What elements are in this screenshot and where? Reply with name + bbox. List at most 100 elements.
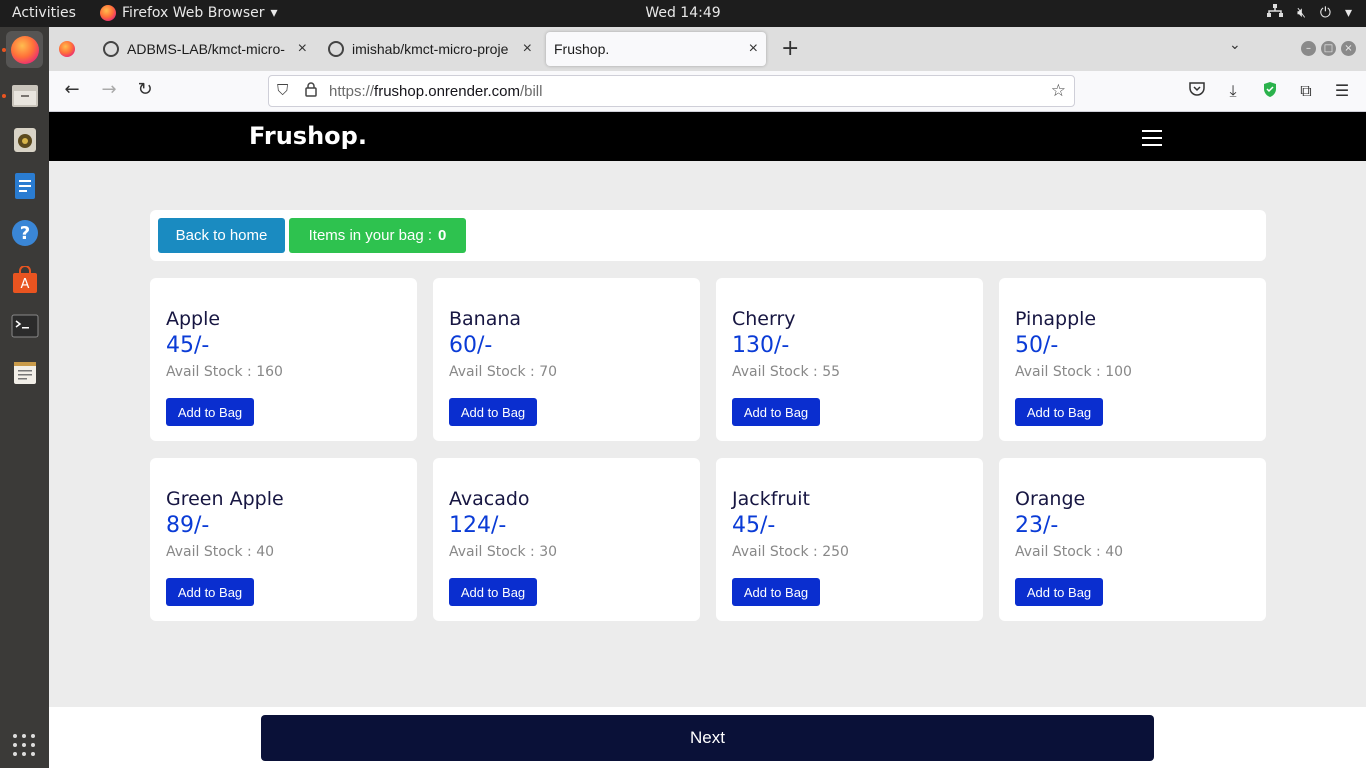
- activities-button[interactable]: Activities: [12, 5, 76, 21]
- add-to-bag-button[interactable]: Add to Bag: [1015, 578, 1103, 606]
- tracking-shield-icon[interactable]: ⛉: [277, 82, 288, 99]
- notepad-icon: [13, 361, 36, 384]
- tab-title: ADBMS-LAB/kmct-micro-: [127, 41, 285, 57]
- tab-title: imishab/kmct-micro-proje: [352, 41, 509, 57]
- app-menu[interactable]: Firefox Web Browser ▾: [100, 5, 278, 21]
- url-text: https://frushop.onrender.com/bill: [329, 83, 542, 100]
- speaker-icon: [13, 127, 36, 152]
- tab-frushop[interactable]: Frushop. ×: [546, 32, 766, 66]
- close-icon[interactable]: ×: [298, 40, 307, 58]
- dock-software[interactable]: A: [6, 261, 43, 298]
- next-button[interactable]: Next: [261, 715, 1154, 761]
- url-path: /bill: [519, 83, 543, 100]
- tab-imishab[interactable]: imishab/kmct-micro-proje ×: [328, 32, 540, 66]
- close-icon[interactable]: ×: [749, 40, 758, 58]
- product-card: Orange 23/- Avail Stock : 40 Add to Bag: [999, 458, 1266, 621]
- menu-icon[interactable]: ☰: [1332, 81, 1352, 100]
- back-to-home-button[interactable]: Back to home: [158, 218, 285, 253]
- product-name: Avacado: [449, 488, 530, 510]
- list-all-tabs-button[interactable]: ⌄: [1229, 37, 1241, 53]
- dock-files[interactable]: [6, 77, 43, 114]
- product-name: Apple: [166, 308, 221, 330]
- product-name: Jackfruit: [732, 488, 810, 510]
- product-price: 60/-: [449, 333, 493, 358]
- product-name: Cherry: [732, 308, 796, 330]
- address-bar[interactable]: ⛉ https://frushop.onrender.com/bill ☆: [268, 75, 1075, 107]
- system-tray[interactable]: 🔇︎ ⏻ ▾: [1267, 4, 1352, 22]
- dock-text-editor[interactable]: [6, 353, 43, 390]
- add-to-bag-button[interactable]: Add to Bag: [449, 578, 537, 606]
- dock-help[interactable]: ?: [6, 214, 43, 251]
- show-applications-icon[interactable]: [13, 734, 35, 756]
- firefox-icon: [10, 35, 39, 64]
- dock-rhythmbox[interactable]: [6, 121, 43, 158]
- chevron-down-icon: ▾: [270, 5, 278, 21]
- bookmark-star-icon[interactable]: ☆: [1051, 81, 1066, 101]
- tab-adbms-lab[interactable]: ADBMS-LAB/kmct-micro- ×: [103, 32, 315, 66]
- add-to-bag-button[interactable]: Add to Bag: [166, 578, 254, 606]
- bag-label: Items in your bag :: [308, 227, 433, 244]
- product-stock: Avail Stock : 40: [166, 544, 275, 560]
- product-name: Orange: [1015, 488, 1086, 510]
- back-arrow-icon[interactable]: ←: [60, 79, 84, 100]
- download-icon[interactable]: ⤓: [1223, 81, 1243, 101]
- product-card: Cherry 130/- Avail Stock : 55 Add to Bag: [716, 278, 983, 441]
- add-to-bag-button[interactable]: Add to Bag: [732, 578, 820, 606]
- product-card: Banana 60/- Avail Stock : 70 Add to Bag: [433, 278, 700, 441]
- product-stock: Avail Stock : 100: [1015, 364, 1132, 380]
- product-stock: Avail Stock : 55: [732, 364, 841, 380]
- pocket-icon[interactable]: [1187, 81, 1207, 100]
- product-card: Green Apple 89/- Avail Stock : 40 Add to…: [150, 458, 417, 621]
- product-price: 124/-: [449, 513, 507, 538]
- reload-icon[interactable]: ↻: [133, 79, 157, 100]
- product-stock: Avail Stock : 40: [1015, 544, 1124, 560]
- terminal-icon: [11, 314, 38, 337]
- window-close-button[interactable]: ×: [1341, 41, 1356, 56]
- github-icon: [328, 41, 344, 57]
- product-card: Avacado 124/- Avail Stock : 30 Add to Ba…: [433, 458, 700, 621]
- power-icon: ⏻: [1319, 5, 1331, 21]
- product-stock: Avail Stock : 250: [732, 544, 849, 560]
- running-indicator: [2, 94, 6, 98]
- product-stock: Avail Stock : 160: [166, 364, 283, 380]
- new-tab-button[interactable]: +: [781, 36, 799, 61]
- add-to-bag-button[interactable]: Add to Bag: [166, 398, 254, 426]
- extensions-icon[interactable]: ⧉: [1296, 81, 1316, 101]
- close-icon[interactable]: ×: [523, 40, 532, 58]
- product-price: 45/-: [166, 333, 210, 358]
- add-to-bag-button[interactable]: Add to Bag: [1015, 398, 1103, 426]
- document-icon: [14, 172, 35, 199]
- tab-title: Frushop.: [554, 41, 610, 57]
- bag-count: 0: [438, 227, 447, 244]
- svg-text:?: ?: [19, 223, 29, 244]
- maximize-button[interactable]: □: [1321, 41, 1336, 56]
- github-icon: [103, 41, 119, 57]
- action-bar: Back to home Items in your bag : 0: [150, 210, 1266, 261]
- firefox-icon: [100, 5, 116, 21]
- product-price: 89/-: [166, 513, 210, 538]
- url-scheme: https://: [329, 83, 375, 100]
- forward-arrow-icon[interactable]: →: [97, 79, 121, 100]
- hamburger-menu-icon[interactable]: [1142, 130, 1162, 146]
- svg-text:A: A: [20, 277, 29, 292]
- bag-count-button[interactable]: Items in your bag : 0: [289, 218, 466, 253]
- add-to-bag-button[interactable]: Add to Bag: [732, 398, 820, 426]
- file-cabinet-icon: [11, 84, 38, 107]
- site-logo[interactable]: Frushop.: [249, 122, 367, 150]
- network-icon: [1267, 4, 1284, 22]
- dock-writer[interactable]: [6, 167, 43, 204]
- firefox-icon: [59, 41, 75, 57]
- clock[interactable]: Wed 14:49: [645, 5, 720, 21]
- shield-extension-icon[interactable]: [1260, 81, 1280, 102]
- product-card: Jackfruit 45/- Avail Stock : 250 Add to …: [716, 458, 983, 621]
- dock-firefox[interactable]: [6, 31, 43, 68]
- tab-pinned[interactable]: [59, 32, 85, 66]
- lock-icon[interactable]: [305, 82, 317, 100]
- product-name: Green Apple: [166, 488, 284, 510]
- product-price: 23/-: [1015, 513, 1059, 538]
- add-to-bag-button[interactable]: Add to Bag: [449, 398, 537, 426]
- minimize-button[interactable]: –: [1301, 41, 1316, 56]
- dock: ? A: [0, 27, 49, 768]
- dock-terminal[interactable]: [6, 307, 43, 344]
- system-top-bar: Activities Firefox Web Browser ▾ Wed 14:…: [0, 0, 1366, 27]
